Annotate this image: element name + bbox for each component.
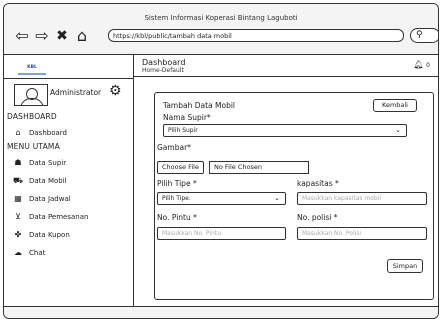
type-select[interactable]: Pilih Tipe. ⌄ (157, 192, 286, 205)
browser-nav: ⇦ ⇨ ✖ ⌂ (14, 28, 90, 45)
home-icon: ⌂ (15, 128, 21, 137)
notification-count: 0 (426, 62, 430, 69)
driver-select[interactable]: Pilih Supir ⌄ (163, 124, 407, 137)
capacity-placeholder: Masukkan kapasitas mobil (302, 195, 382, 202)
save-button[interactable]: Simpan (387, 259, 423, 273)
gear-icon[interactable]: ⚙ (109, 84, 122, 98)
bell-icon: 🔔︎ (413, 60, 424, 69)
sidebar-item-label: Data Kupon (29, 230, 70, 239)
add-car-form: Tambah Data Mobil Kembali Nama Supir* Pi… (154, 92, 434, 300)
capacity-label: kapasitas * (297, 179, 339, 188)
arrow-right-icon[interactable]: ⇨ (34, 28, 50, 44)
plate-input[interactable]: Masukkan No. Polisi (297, 227, 427, 240)
sidebar-item-data-kupon[interactable]: ✤ Data Kupon (13, 230, 70, 239)
avatar (14, 84, 48, 106)
type-label: Pilih Tipe * (157, 179, 197, 188)
car-icon: ⛟ (13, 176, 24, 185)
sidebar-item-label: Data Mobil (29, 177, 67, 185)
browser-search-button[interactable]: ⚲ (410, 28, 438, 43)
section-dashboard: DASHBOARD (7, 112, 57, 121)
brand-logo: KBL (18, 63, 46, 75)
arrow-left-icon[interactable]: ⇦ (14, 28, 30, 44)
sidebar-item-chat[interactable]: ☁ Chat (13, 248, 45, 257)
browser-topbar: Sistem Informasi Koperasi Bintang Lagubo… (4, 4, 438, 55)
main-content: Dashboard Home-Default 🔔︎ 0 Tambah Data … (134, 54, 438, 306)
notification-bell[interactable]: 🔔︎ 0 (413, 60, 430, 69)
plate-label: No. polisi * (297, 213, 338, 222)
breadcrumb: Home-Default (142, 67, 184, 74)
driver-select-value: Pilih Supir (168, 127, 198, 134)
sidebar-item-label: Chat (29, 248, 46, 257)
app-window: Sistem Informasi Koperasi Bintang Lagubo… (3, 3, 439, 319)
page-title: Dashboard (142, 58, 186, 67)
user-name: Administrator (50, 88, 102, 97)
sidebar-item-data-jadwal[interactable]: ▦ Data Jadwal (13, 194, 71, 203)
doors-input[interactable]: Masukkan No. Pintu (157, 227, 286, 240)
divider (4, 78, 133, 79)
file-name-display: No File Chosen (209, 161, 309, 174)
doors-label: No. Pintu * (157, 213, 197, 222)
back-button[interactable]: Kembali (373, 99, 417, 112)
chevron-down-icon: ⌄ (395, 126, 401, 134)
bottom-bar (4, 306, 438, 318)
cart-icon: ⊻ (15, 212, 21, 221)
sidebar-item-dashboard[interactable]: ⌂ Dashboard (13, 128, 67, 137)
type-select-value: Pilih Tipe. (162, 195, 191, 202)
sidebar-item-data-mobil[interactable]: ⛟ Data Mobil (13, 176, 67, 186)
calendar-icon: ▦ (14, 194, 22, 203)
section-menu-utama: MENU UTAMA (7, 142, 60, 151)
users-icon: ☗ (14, 158, 22, 167)
driver-label: Nama Supir* (163, 113, 211, 122)
image-label: Gambar* (157, 143, 191, 152)
chevron-down-icon: ⌄ (274, 194, 280, 202)
sidebar-item-label: Dashboard (29, 128, 67, 137)
capacity-input[interactable]: Masukkan kapasitas mobil (297, 192, 427, 205)
window-title: Sistem Informasi Koperasi Bintang Lagubo… (144, 14, 298, 22)
plate-placeholder: Masukkan No. Polisi (302, 230, 362, 237)
sidebar-item-label: Data Jadwal (29, 194, 71, 203)
form-title: Tambah Data Mobil (163, 101, 236, 110)
sidebar-item-data-supir[interactable]: ☗ Data Supir (13, 158, 66, 167)
chat-icon: ☁ (14, 248, 22, 257)
close-icon[interactable]: ✖ (54, 28, 70, 44)
address-bar[interactable]: https://kbl/public/tambah data mobil (108, 29, 404, 42)
divider (134, 76, 438, 77)
sidebar-item-label: Data Pemesanan (29, 212, 89, 221)
sidebar-item-label: Data Supir (29, 158, 67, 167)
sidebar: KBL Administrator ⚙ DASHBOARD ⌂ Dashboar… (4, 54, 134, 306)
home-icon[interactable]: ⌂ (74, 28, 90, 44)
ticket-icon: ✤ (14, 230, 22, 239)
doors-placeholder: Masukkan No. Pintu (162, 230, 221, 237)
choose-file-button[interactable]: Choose File (157, 161, 204, 174)
sidebar-item-data-pemesanan[interactable]: ⊻ Data Pemesanan (13, 212, 88, 221)
search-icon: ⚲ (416, 30, 423, 40)
